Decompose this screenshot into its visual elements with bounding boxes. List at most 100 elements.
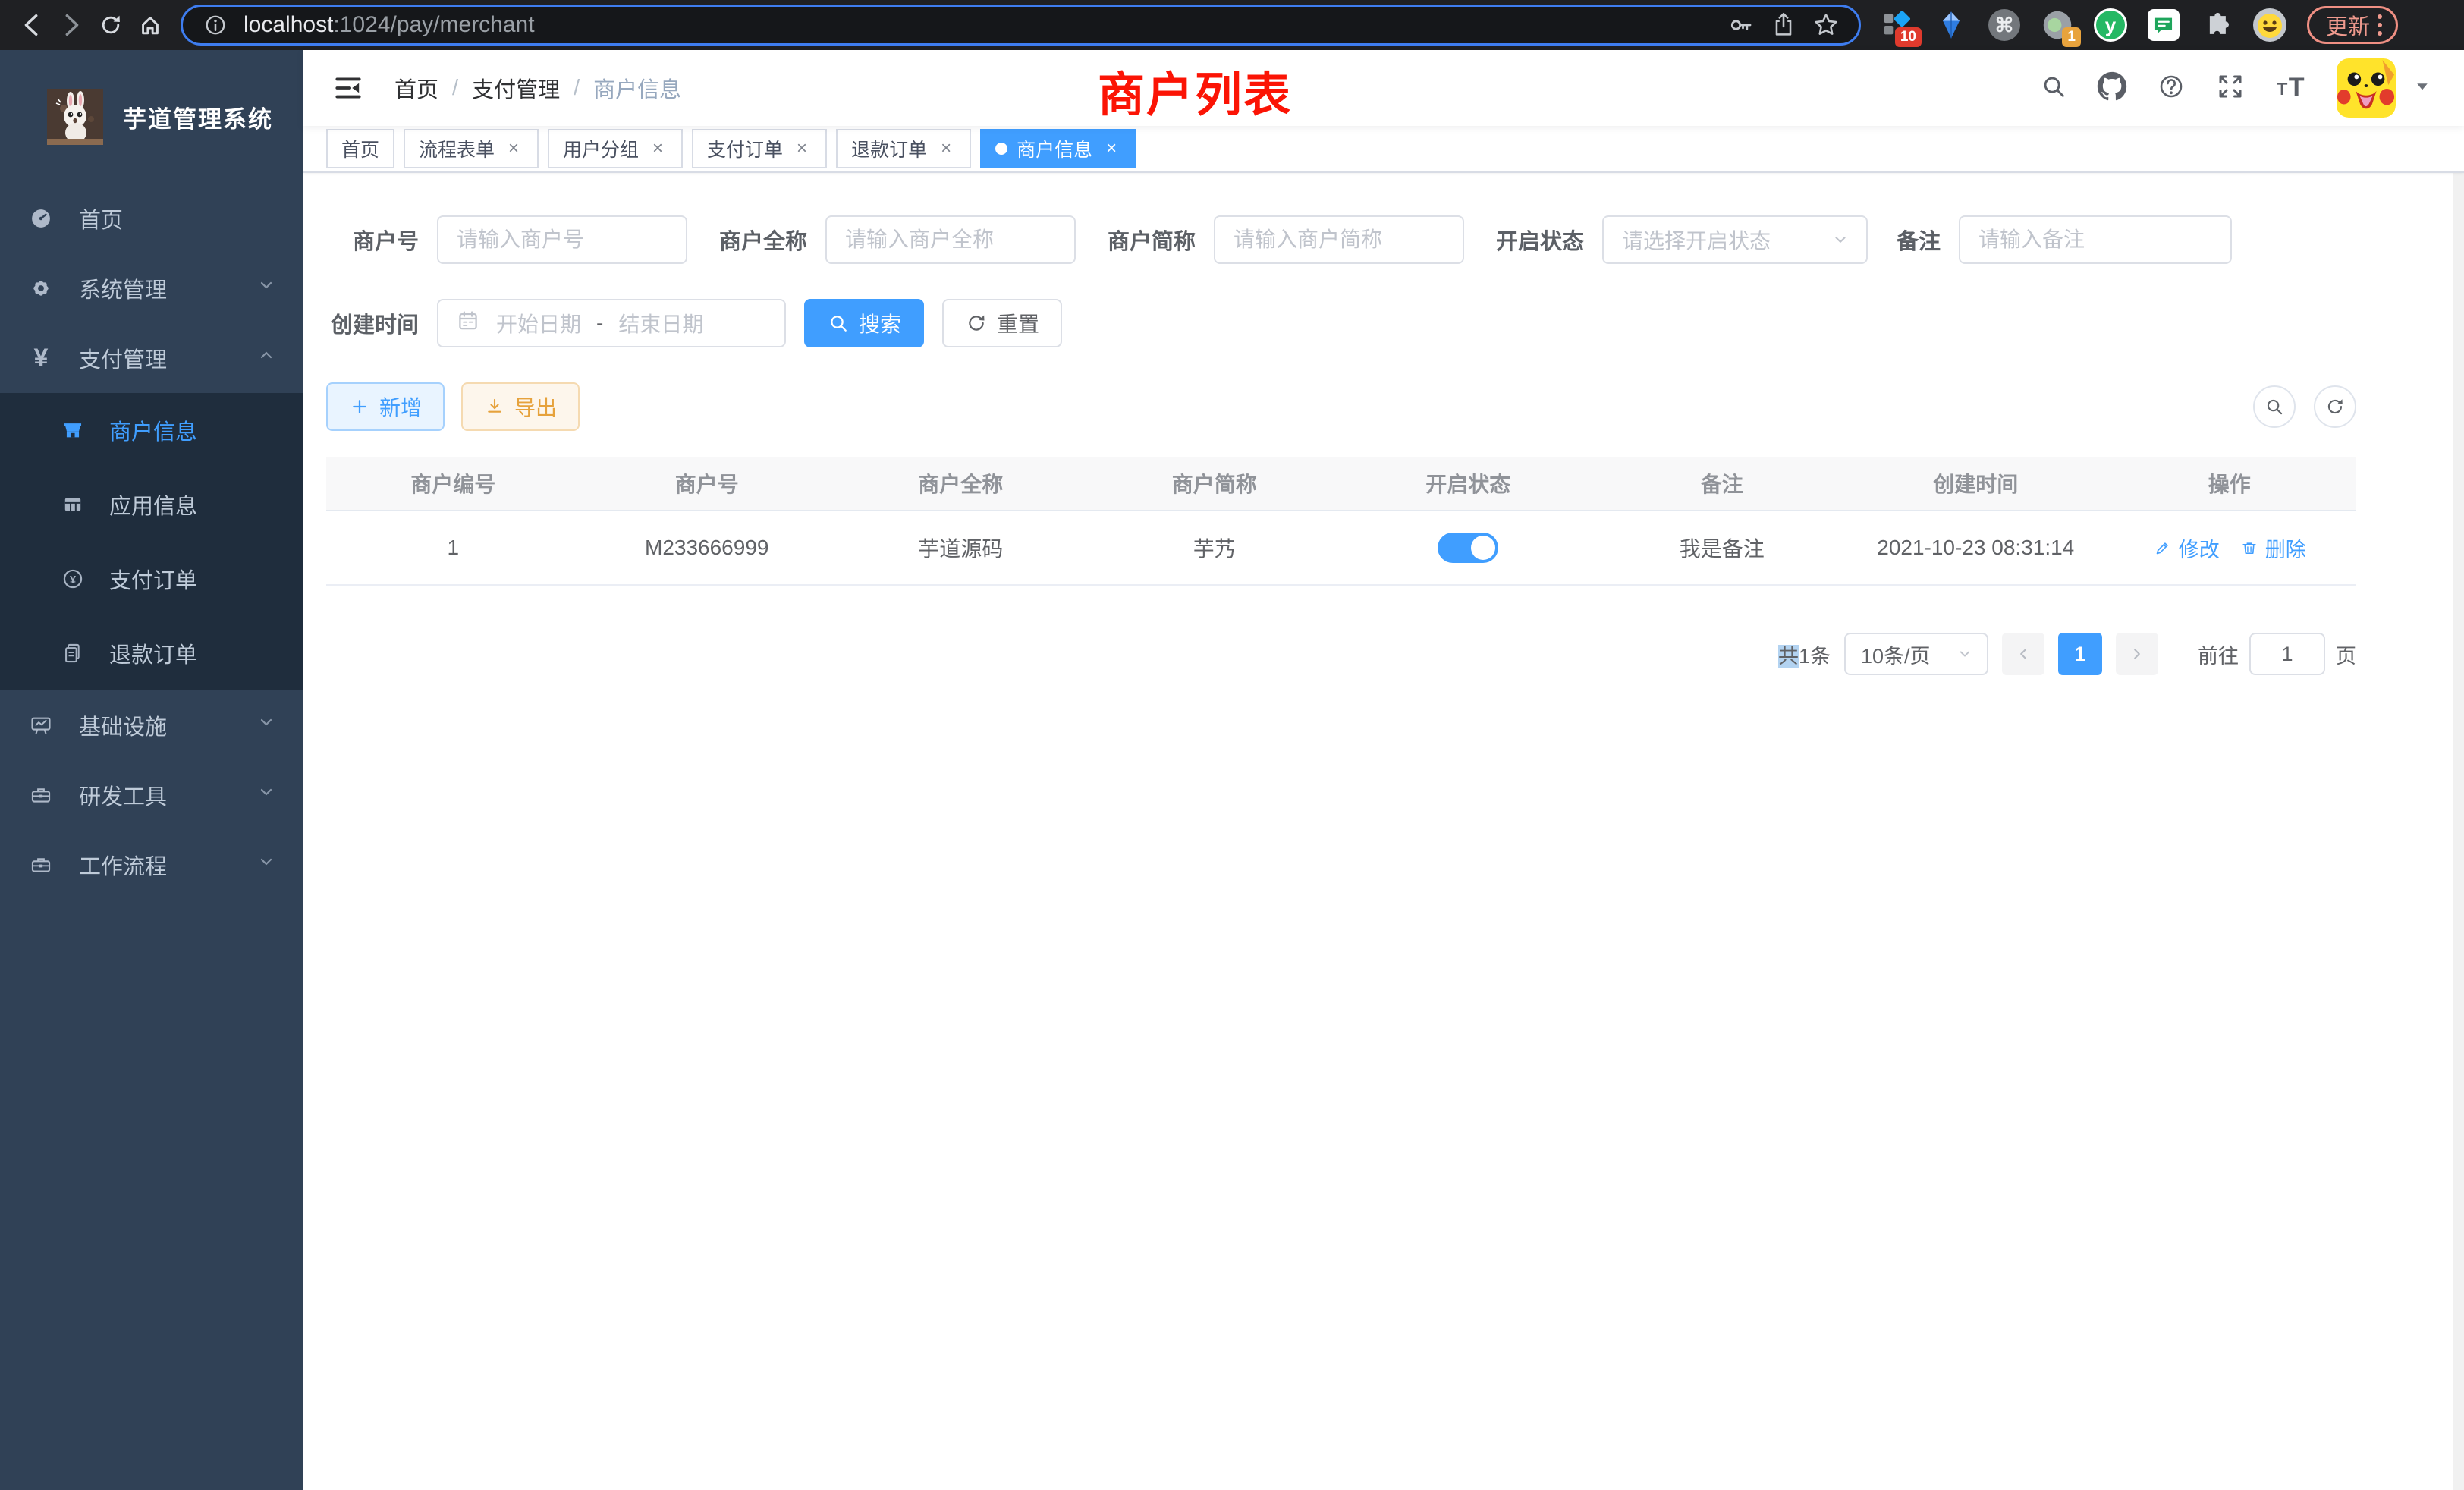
- top-navbar: 首页 / 支付管理 / 商户信息: [303, 50, 2464, 126]
- browser-reload-button[interactable]: [91, 5, 130, 45]
- sidebar-item-payment[interactable]: ¥ 支付管理: [0, 323, 303, 393]
- extension-badge: 10: [1895, 27, 1922, 47]
- page-scrollbar[interactable]: [2453, 50, 2464, 1490]
- tab-home[interactable]: 首页: [326, 129, 394, 168]
- documents-icon: [58, 640, 88, 666]
- tab-process-form[interactable]: 流程表单×: [404, 129, 539, 168]
- cell-create-time: 2021-10-23 08:31:14: [1849, 536, 2103, 560]
- yen-circle-icon: [58, 566, 88, 592]
- sidebar-item-system[interactable]: 系统管理: [0, 253, 303, 323]
- extension-pin-icon[interactable]: 10: [1881, 8, 1916, 42]
- fullscreen-icon[interactable]: [2215, 71, 2246, 105]
- close-icon[interactable]: ×: [792, 138, 812, 159]
- merchant-no-input[interactable]: [437, 215, 687, 264]
- rabbit-avatar: [47, 89, 103, 145]
- browser-forward-button[interactable]: [52, 5, 91, 45]
- date-end-placeholder[interactable]: 结束日期: [618, 308, 703, 338]
- help-icon[interactable]: [2156, 71, 2186, 105]
- refresh-button[interactable]: [2314, 385, 2356, 428]
- browser-profile-avatar[interactable]: [2252, 8, 2287, 42]
- url-text: localhost:1024/pay/merchant: [244, 12, 535, 38]
- breadcrumb-current: 商户信息: [593, 72, 681, 104]
- column-header: 备注: [1595, 468, 1850, 498]
- reset-button[interactable]: 重置: [942, 299, 1062, 347]
- next-page-button[interactable]: [2116, 633, 2158, 675]
- sidebar-item-label: 基础设施: [79, 709, 167, 741]
- add-button[interactable]: 新增: [326, 382, 445, 431]
- close-icon[interactable]: ×: [648, 138, 668, 159]
- sidebar-item-refund-orders[interactable]: 退款订单: [0, 616, 303, 690]
- delete-link[interactable]: 删除: [2239, 533, 2306, 563]
- sidebar: 芋道管理系统 首页 系统管理 ¥ 支付管理 商户信息 应用信息: [0, 50, 303, 1490]
- github-icon[interactable]: [2097, 71, 2127, 105]
- status-select[interactable]: 请选择开启状态: [1602, 215, 1868, 264]
- briefcase-icon: [26, 852, 56, 878]
- sidebar-item-infrastructure[interactable]: 基础设施: [0, 690, 303, 760]
- breadcrumb-payment[interactable]: 支付管理: [472, 72, 560, 104]
- address-bar[interactable]: localhost:1024/pay/merchant: [181, 5, 1861, 46]
- cell-short-name: 芋艿: [1088, 533, 1342, 563]
- extension-command-icon[interactable]: ⌘: [1987, 8, 2022, 42]
- browser-menu-icon[interactable]: [2378, 14, 2382, 36]
- tab-merchant-info[interactable]: 商户信息×: [980, 129, 1136, 168]
- merchant-table: 商户编号 商户号 商户全称 商户简称 开启状态 备注 创建时间 操作 1 M23…: [326, 457, 2356, 586]
- chevron-down-icon: [1830, 229, 1851, 250]
- goto-label: 前往: [2198, 640, 2239, 669]
- extension-tab-counter-icon[interactable]: 1: [2040, 8, 2075, 42]
- extension-gem-icon[interactable]: [1934, 8, 1969, 42]
- user-avatar[interactable]: [2337, 58, 2396, 118]
- status-toggle[interactable]: [1438, 533, 1498, 563]
- tab-pay-orders[interactable]: 支付订单×: [692, 129, 827, 168]
- gear-icon: [26, 275, 56, 301]
- page-size-select[interactable]: 10条/页: [1844, 633, 1988, 675]
- tab-user-group[interactable]: 用户分组×: [548, 129, 683, 168]
- sidebar-item-app-info[interactable]: 应用信息: [0, 467, 303, 542]
- tags-view-bar: 首页 流程表单× 用户分组× 支付订单× 退款订单× 商户信息×: [303, 126, 2464, 173]
- date-range-picker[interactable]: 开始日期 - 结束日期: [437, 299, 786, 347]
- sidebar-item-dev-tools[interactable]: 研发工具: [0, 760, 303, 830]
- bookmark-star-icon[interactable]: [1809, 8, 1843, 42]
- grid-icon: [58, 492, 88, 517]
- password-key-icon[interactable]: [1724, 8, 1758, 42]
- app-title: 芋道管理系统: [123, 100, 273, 134]
- close-icon[interactable]: ×: [504, 138, 523, 159]
- short-name-input[interactable]: [1214, 215, 1464, 264]
- toolbar-right: [2253, 385, 2356, 428]
- close-icon[interactable]: ×: [1102, 138, 1121, 159]
- table-header-row: 商户编号 商户号 商户全称 商户简称 开启状态 备注 创建时间 操作: [326, 457, 2356, 511]
- date-start-placeholder[interactable]: 开始日期: [496, 308, 581, 338]
- sidebar-item-workflow[interactable]: 工作流程: [0, 830, 303, 900]
- toggle-search-button[interactable]: [2253, 385, 2296, 428]
- extension-yuque-icon[interactable]: y: [2093, 8, 2128, 42]
- close-icon[interactable]: ×: [936, 138, 956, 159]
- browser-home-button[interactable]: [130, 5, 170, 45]
- edit-link[interactable]: 修改: [2153, 533, 2220, 563]
- search-button[interactable]: 搜索: [804, 299, 924, 347]
- full-name-input[interactable]: [825, 215, 1076, 264]
- export-button[interactable]: 导出: [461, 382, 580, 431]
- page-number-1[interactable]: 1: [2058, 633, 2102, 675]
- browser-back-button[interactable]: [12, 5, 52, 45]
- remark-input[interactable]: [1959, 215, 2232, 264]
- extensions-area: 10 ⌘ 1 y: [1881, 8, 2287, 42]
- font-size-icon[interactable]: [2274, 70, 2308, 107]
- calendar-icon: [455, 308, 481, 339]
- site-info-icon[interactable]: [198, 8, 233, 42]
- sidebar-item-merchant-info[interactable]: 商户信息: [0, 393, 303, 467]
- share-icon[interactable]: [1766, 8, 1801, 42]
- goto-page-input[interactable]: [2249, 633, 2325, 675]
- tab-refund-orders[interactable]: 退款订单×: [836, 129, 971, 168]
- short-name-label: 商户简称: [1103, 224, 1196, 256]
- extension-chat-icon[interactable]: [2146, 8, 2181, 42]
- extensions-puzzle-icon[interactable]: [2199, 8, 2234, 42]
- sidebar-item-pay-orders[interactable]: 支付订单: [0, 542, 303, 616]
- search-icon[interactable]: [2039, 72, 2068, 105]
- sidebar-item-label: 支付订单: [109, 563, 197, 595]
- prev-page-button[interactable]: [2002, 633, 2044, 675]
- sidebar-item-home[interactable]: 首页: [0, 184, 303, 253]
- browser-update-button[interactable]: 更新: [2307, 6, 2398, 44]
- user-menu[interactable]: [2337, 58, 2434, 118]
- collapse-sidebar-button[interactable]: [332, 72, 364, 104]
- breadcrumb-home[interactable]: 首页: [394, 72, 438, 104]
- column-header: 商户简称: [1088, 468, 1342, 498]
